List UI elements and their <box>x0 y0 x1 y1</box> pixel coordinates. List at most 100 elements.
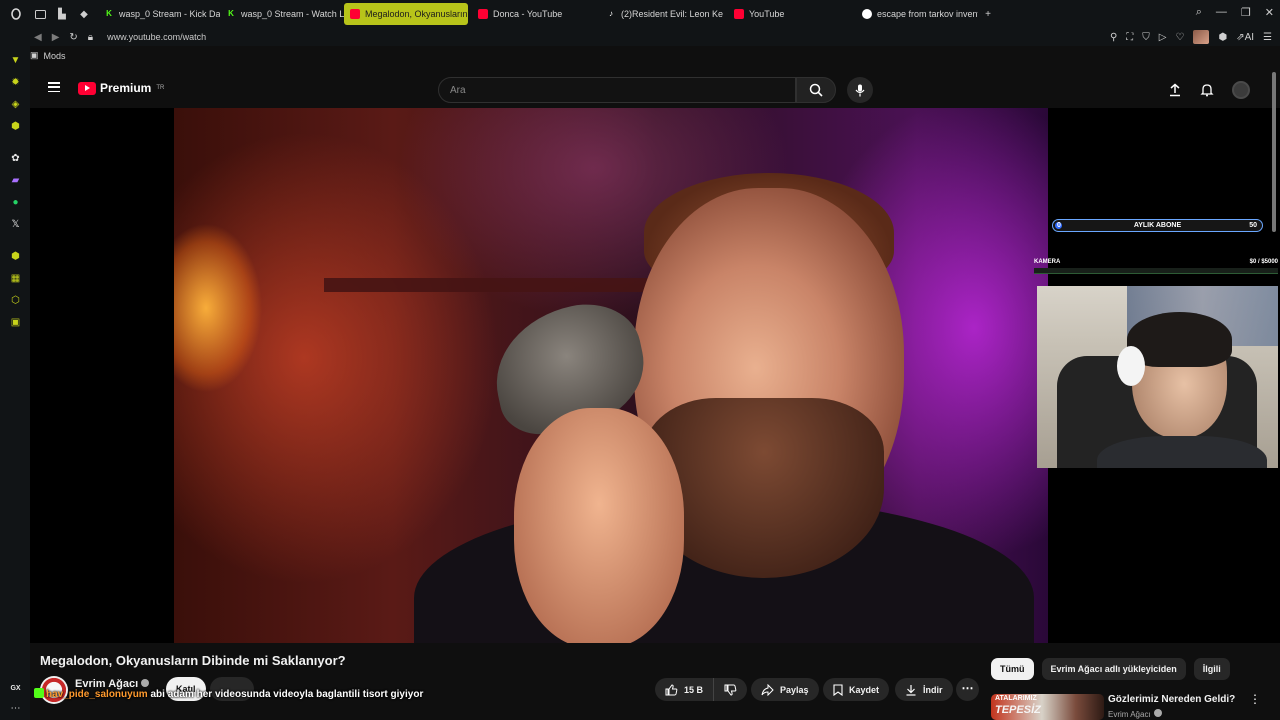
google-icon <box>862 9 872 19</box>
voice-search-button[interactable] <box>847 77 873 103</box>
share-button[interactable]: Paylaş <box>751 678 819 701</box>
video-frame <box>174 108 1048 643</box>
tab-donca[interactable]: Donca - YouTube <box>472 3 600 25</box>
nav-buttons: ◀ ▶ ↻ 🔒︎ <box>34 32 93 43</box>
search-button[interactable] <box>796 77 836 103</box>
workspaces-icon[interactable] <box>32 6 48 22</box>
maximize-icon[interactable]: ❐ <box>1241 6 1251 19</box>
rec-thumb-headline: TEPESİZ <box>995 704 1041 716</box>
gx-cleaner-icon[interactable]: ✹ <box>9 76 22 89</box>
profile-avatar[interactable] <box>1193 30 1210 44</box>
search-tabs-icon[interactable]: ⌕ <box>1196 6 1202 19</box>
forward-icon[interactable]: ▶ <box>52 32 60 43</box>
x-twitter-icon[interactable]: 𝕏 <box>9 218 22 231</box>
tab-label: Megalodon, Okyanusların <box>365 9 468 19</box>
upload-icon[interactable] <box>1168 83 1182 97</box>
youtube-logo[interactable]: Premium TR <box>78 81 164 95</box>
bookmark-mods[interactable]: ▣ Mods <box>30 50 66 61</box>
chip-related[interactable]: İlgili <box>1193 658 1230 680</box>
tab-kick-watch[interactable]: K wasp_0 Stream - Watch L <box>220 3 344 25</box>
folder-icon: ▣ <box>30 50 39 60</box>
youtube-logo-icon <box>78 81 96 95</box>
browser-window: ▙ ◆ K wasp_0 Stream - Kick Das K wasp_0 … <box>0 0 1280 720</box>
streamer-webcam <box>1037 286 1278 468</box>
more-actions-button[interactable]: ⋯ <box>956 678 979 701</box>
vpn-icon[interactable]: ⬢ <box>1218 32 1227 43</box>
url-field[interactable]: www.youtube.com/watch <box>107 32 206 42</box>
chip-from-uploader[interactable]: Evrim Ağacı adlı yükleyiciden <box>1041 658 1186 680</box>
new-tab-button[interactable]: + <box>980 6 996 22</box>
gx-hex-icon[interactable]: ⬡ <box>9 294 22 307</box>
related-filter-chips: Tümü Evrim Ağacı adlı yükleyiciden İlgil… <box>991 658 1230 680</box>
kick-badge-icon <box>34 688 44 698</box>
dislike-button[interactable] <box>714 678 748 701</box>
save-button[interactable]: Kaydet <box>823 678 890 701</box>
tab-kick-dashboard[interactable]: K wasp_0 Stream - Kick Das <box>98 3 220 25</box>
logo-region: TR <box>156 85 165 91</box>
account-avatar[interactable] <box>1232 81 1250 99</box>
chatgpt-icon[interactable]: ✿ <box>9 152 22 165</box>
tab-label: YouTube <box>749 9 785 19</box>
shield-icon[interactable]: ⛉ <box>1142 32 1150 43</box>
webcam-body <box>1097 436 1267 468</box>
twitch-icon[interactable]: ▰ <box>9 174 22 187</box>
gx-label[interactable]: GX <box>9 682 22 695</box>
rec-menu-icon[interactable]: ⋮ <box>1249 692 1261 706</box>
camera-goal-progress <box>1034 268 1278 274</box>
tab-tarkov[interactable]: escape from tarkov invent <box>856 3 978 25</box>
kick-icon: K <box>228 9 234 18</box>
like-button[interactable]: 15 B <box>655 678 715 701</box>
gx-sidebar: ▼ ✹ ◈ ⬢ ✿ ▰ ● 𝕏 ⬢ ▦ ⬡ ▣ GX ⋯ <box>0 46 30 720</box>
rec-title[interactable]: Gözlerimiz Nereden Geldi? <box>1108 694 1235 705</box>
lock-icon[interactable]: 🔒︎ <box>88 32 93 43</box>
opera-gx-logo-icon[interactable] <box>8 6 24 22</box>
player-icon[interactable]: ▷ <box>1159 32 1167 43</box>
share-icon <box>761 683 774 696</box>
chat-text: abi adam her videosunda videoyla baglant… <box>150 689 424 700</box>
more-icon[interactable]: ⋯ <box>9 702 22 715</box>
tab-label: (2)Resident Evil: Leon Ke <box>621 9 724 19</box>
menu-icon[interactable] <box>48 82 60 92</box>
thumbs-down-icon <box>724 684 737 696</box>
whatsapp-icon[interactable]: ● <box>9 196 22 209</box>
tab-islands-icon[interactable]: ▙ <box>54 6 70 22</box>
back-icon[interactable]: ◀ <box>34 32 42 43</box>
rec-thumbnail[interactable]: ATALARIMIZ TEPESİZ <box>991 694 1104 720</box>
camera-goal-label: KAMERA <box>1034 259 1061 265</box>
tab-label: escape from tarkov invent <box>877 9 978 19</box>
rec-channel[interactable]: Evrim Ağacı <box>1108 709 1162 719</box>
tab-label: wasp_0 Stream - Watch L <box>241 9 344 19</box>
tab-label: Donca - YouTube <box>493 9 563 19</box>
bookmark-icon <box>833 683 843 696</box>
tab-youtube[interactable]: YouTube <box>728 3 856 25</box>
gx-hub-icon[interactable]: ▦ <box>9 272 22 285</box>
tab-tiktok[interactable]: ♪ (2)Resident Evil: Leon Ke <box>600 3 728 25</box>
like-dislike-group: 15 B <box>655 678 748 701</box>
gx-mods-icon[interactable]: ⬢ <box>9 120 22 133</box>
pin-icon[interactable]: ⚲ <box>1110 32 1117 43</box>
chip-all[interactable]: Tümü <box>991 658 1034 680</box>
close-icon[interactable]: ✕ <box>1265 6 1274 19</box>
gx-control-icon[interactable]: ▼ <box>9 54 22 67</box>
logo-text: Premium <box>100 81 152 95</box>
heart-icon[interactable]: ♡ <box>1175 32 1184 43</box>
search-input[interactable]: Ara <box>438 77 796 103</box>
aria-ai-button[interactable]: ⇗AI <box>1236 32 1254 43</box>
reload-icon[interactable]: ↻ <box>69 32 77 43</box>
download-button[interactable]: İndir <box>895 678 953 701</box>
recommended-video[interactable]: ATALARIMIZ TEPESİZ Gözlerimiz Nereden Ge… <box>991 692 1271 720</box>
address-bar: ◀ ▶ ↻ 🔒︎ www.youtube.com/watch ⚲ ⛶ ⛉ ▷ ♡… <box>0 28 1280 46</box>
gx-corner-icon[interactable]: ◈ <box>9 98 22 111</box>
easy-setup-icon[interactable]: ☰ <box>1263 32 1272 43</box>
snapshot-icon[interactable]: ⛶ <box>1126 32 1133 43</box>
pinned-tab-icon[interactable]: ◆ <box>76 6 92 22</box>
gx-store-icon[interactable]: ⬢ <box>9 250 22 263</box>
notifications-bell-icon[interactable] <box>1200 83 1214 97</box>
youtube-icon <box>478 9 488 19</box>
camera-goal: KAMERA $0 / $5000 <box>1034 259 1278 265</box>
page-scrollbar[interactable] <box>1272 72 1276 232</box>
minimize-icon[interactable]: — <box>1216 6 1227 19</box>
gx-settings-icon[interactable]: ▣ <box>9 316 22 329</box>
toolbar-right: ⚲ ⛶ ⛉ ▷ ♡ ⬢ ⇗AI ☰ <box>1110 30 1272 44</box>
tab-megalodon-active[interactable]: Megalodon, Okyanusların <box>344 3 468 25</box>
